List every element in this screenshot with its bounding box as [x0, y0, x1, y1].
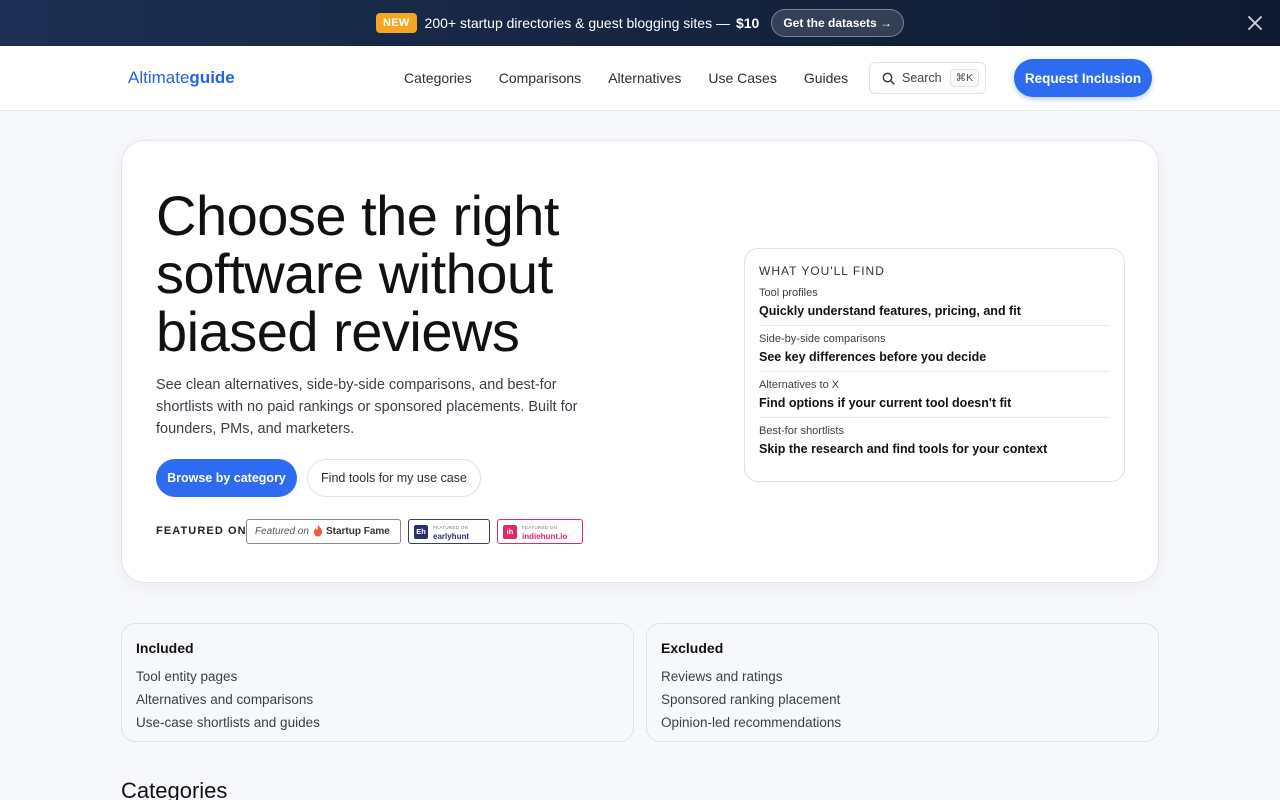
- main-nav: Categories Comparisons Alternatives Use …: [404, 70, 875, 86]
- browse-by-category-button[interactable]: Browse by category: [156, 459, 297, 497]
- nav-alternatives[interactable]: Alternatives: [608, 70, 681, 86]
- indiehunt-featured-text: FEATURED ON: [522, 524, 558, 530]
- hero-card: Choose the right software without biased…: [121, 140, 1159, 583]
- startup-fame-name: Startup Fame: [325, 526, 390, 537]
- categories-heading: Categories: [121, 778, 228, 800]
- startup-fame-prefix: Featured on: [255, 526, 309, 537]
- list-item: Sponsored ranking placement: [661, 692, 841, 707]
- flame-icon: [313, 524, 323, 540]
- featured-on-label: FEATURED ON: [156, 525, 247, 537]
- promo-price: $10: [735, 15, 760, 31]
- earlyhunt-name: earlyhunt: [433, 531, 470, 541]
- item-desc: Find options if your current tool doesn'…: [759, 396, 1012, 410]
- panel-title: WHAT YOU'LL FIND: [759, 264, 885, 278]
- list-item: Side-by-side comparisons See key differe…: [759, 333, 1110, 372]
- item-desc: See key differences before you decide: [759, 350, 987, 364]
- list-item: Alternatives and comparisons: [136, 692, 314, 707]
- search-shortcut: ⌘K: [949, 69, 980, 87]
- nav-categories[interactable]: Categories: [404, 70, 472, 86]
- list-item: Best-for shortlists Skip the research an…: [759, 425, 1110, 463]
- indiehunt-badge[interactable]: ih FEATURED ON indiehunt.io: [497, 519, 583, 544]
- list-item: Opinion-led recommendations: [661, 715, 842, 730]
- item-desc: Quickly understand features, pricing, an…: [759, 304, 1021, 318]
- search-icon: [882, 72, 895, 85]
- earlyhunt-badge[interactable]: Eh FEATURED ON earlyhunt: [408, 519, 490, 544]
- what-youll-find-panel: WHAT YOU'LL FIND Tool profiles Quickly u…: [744, 248, 1125, 482]
- list-item: Alternatives to X Find options if your c…: [759, 379, 1110, 418]
- promo-text: 200+ startup directories & guest bloggin…: [424, 15, 730, 31]
- list-item: Tool profiles Quickly understand feature…: [759, 287, 1110, 326]
- included-card: Included Tool entity pages Alternatives …: [121, 623, 634, 742]
- excluded-title: Excluded: [661, 640, 724, 656]
- item-desc: Skip the research and find tools for you…: [759, 442, 1048, 456]
- site-header: Altimateguide Categories Comparisons Alt…: [0, 46, 1280, 111]
- hero-lede: See clean alternatives, side-by-side com…: [156, 377, 578, 437]
- startup-fame-badge[interactable]: Featured on Startup Fame: [246, 519, 401, 544]
- site-logo[interactable]: Altimateguide: [128, 68, 235, 88]
- included-title: Included: [136, 640, 194, 656]
- search-button[interactable]: Search ⌘K: [869, 62, 986, 94]
- hero-title: Choose the right software without biased…: [156, 184, 559, 363]
- logo-regular: Altimate: [128, 68, 190, 87]
- nav-guides[interactable]: Guides: [804, 70, 848, 86]
- earlyhunt-logo-icon: Eh: [414, 524, 428, 539]
- find-tools-button[interactable]: Find tools for my use case: [307, 459, 481, 497]
- indiehunt-name: indiehunt.io: [522, 531, 568, 541]
- search-label: Search: [902, 71, 942, 85]
- get-datasets-button[interactable]: Get the datasets →: [771, 9, 905, 37]
- list-item: Use-case shortlists and guides: [136, 715, 320, 730]
- promo-banner: NEW 200+ startup directories & guest blo…: [0, 0, 1280, 46]
- excluded-card: Excluded Reviews and ratings Sponsored r…: [646, 623, 1159, 742]
- nav-use-cases[interactable]: Use Cases: [708, 70, 776, 86]
- list-item: Tool entity pages: [136, 669, 238, 684]
- nav-comparisons[interactable]: Comparisons: [499, 70, 581, 86]
- list-item: Reviews and ratings: [661, 669, 783, 684]
- logo-bold: guide: [189, 68, 235, 87]
- item-label: Tool profiles: [759, 287, 818, 299]
- request-inclusion-button[interactable]: Request Inclusion: [1014, 59, 1152, 97]
- item-label: Best-for shortlists: [759, 425, 844, 437]
- close-icon[interactable]: [1244, 12, 1266, 34]
- new-badge: NEW: [375, 13, 417, 33]
- item-label: Side-by-side comparisons: [759, 333, 886, 345]
- earlyhunt-featured-text: FEATURED ON: [433, 524, 469, 530]
- indiehunt-logo-icon: ih: [503, 524, 517, 539]
- item-label: Alternatives to X: [759, 379, 840, 391]
